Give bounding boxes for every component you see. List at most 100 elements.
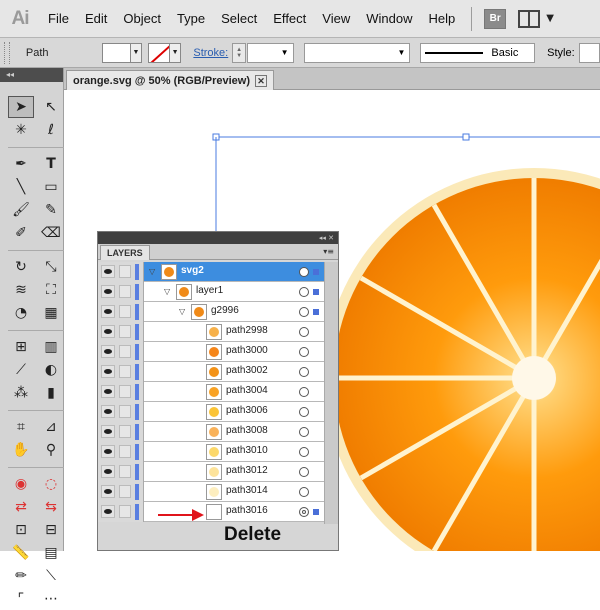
fill-swatch[interactable]	[101, 42, 131, 63]
slice-tool-icon[interactable]: ⊿	[38, 416, 64, 438]
direct-selection-tool-icon[interactable]: ↖	[38, 96, 64, 118]
menu-help[interactable]: Help	[428, 11, 455, 26]
lock-toggle[interactable]	[119, 365, 131, 378]
visibility-eye-icon[interactable]	[101, 425, 115, 438]
selection-tool-icon[interactable]: ➤	[8, 96, 34, 118]
brush-definition-dropdown[interactable]: Basic	[420, 42, 536, 63]
variable-width-dropdown[interactable]: ▼	[303, 42, 411, 63]
lock-toggle[interactable]	[119, 445, 131, 458]
expand-triangle-icon[interactable]: ▽	[179, 307, 185, 316]
visibility-eye-icon[interactable]	[101, 285, 115, 298]
lock-toggle[interactable]	[119, 305, 131, 318]
target-circle-icon[interactable]	[299, 307, 309, 317]
visibility-eye-icon[interactable]	[101, 505, 115, 518]
layers-panel-titlebar[interactable]: ◂◂ ✕	[98, 232, 338, 244]
layer-row[interactable]: ▽ svg2	[98, 262, 338, 282]
layer-row[interactable]: path3012	[98, 462, 338, 482]
expand-triangle-icon[interactable]: ▽	[164, 287, 170, 296]
stroke-dropdown-arrow-icon[interactable]: ▼	[169, 42, 182, 63]
visibility-eye-icon[interactable]	[101, 485, 115, 498]
menu-object[interactable]: Object	[123, 11, 161, 26]
draw-mode-icon[interactable]: ⊡	[8, 519, 34, 541]
stroke-none-swatch[interactable]	[148, 42, 170, 63]
control-bar-grip-icon[interactable]	[4, 41, 10, 64]
layer-row[interactable]: path3000	[98, 342, 338, 362]
document-tab[interactable]: orange.svg @ 50% (RGB/Preview) ✕	[66, 70, 274, 90]
layer-row[interactable]: path3006	[98, 402, 338, 422]
layers-scrollbar[interactable]	[324, 262, 338, 524]
ruler-icon[interactable]: 📏	[8, 542, 34, 564]
menu-type[interactable]: Type	[177, 11, 205, 26]
swap-fill-stroke-icon[interactable]: ⇄	[8, 496, 34, 518]
stroke-panel-link[interactable]: Stroke:	[193, 47, 228, 59]
layer-row[interactable]: path2998	[98, 322, 338, 342]
lock-toggle[interactable]	[119, 285, 131, 298]
target-circle-icon[interactable]	[299, 427, 309, 437]
target-circle-icon[interactable]	[299, 267, 309, 277]
target-circle-icon[interactable]	[299, 387, 309, 397]
bounding-box-handle[interactable]	[462, 133, 470, 141]
menu-view[interactable]: View	[322, 11, 350, 26]
perspective-grid-tool-icon[interactable]: ▦	[38, 302, 64, 324]
lock-toggle[interactable]	[119, 325, 131, 338]
rectangle-tool-icon[interactable]: ▭	[38, 176, 64, 198]
target-circle-icon[interactable]	[299, 407, 309, 417]
layer-row[interactable]: path3014	[98, 482, 338, 502]
symbol-sprayer-tool-icon[interactable]: ⁂	[8, 382, 34, 404]
close-icon[interactable]: ✕	[255, 75, 267, 87]
pencil-tool-icon[interactable]: ✎	[38, 199, 64, 221]
workspace-layout-icon[interactable]	[518, 9, 541, 28]
hand-tool-icon[interactable]: ✋	[8, 439, 34, 461]
menu-file[interactable]: File	[48, 11, 69, 26]
artboard-tool-icon[interactable]: ⌗	[8, 416, 34, 438]
layer-row[interactable]: path3010	[98, 442, 338, 462]
visibility-eye-icon[interactable]	[101, 445, 115, 458]
default-fill-stroke-icon[interactable]: ⇆	[38, 496, 64, 518]
menu-window[interactable]: Window	[366, 11, 412, 26]
target-circle-icon[interactable]	[299, 367, 309, 377]
paintbrush-tool-icon[interactable]: 🖌	[8, 199, 34, 221]
fill-color-icon[interactable]: ◉	[8, 473, 34, 495]
grid-icon[interactable]: ▤	[38, 542, 64, 564]
eraser-tool-icon[interactable]: ⌫	[38, 222, 64, 244]
eyedropper-tool-icon[interactable]: ⟋	[8, 359, 34, 381]
layer-row[interactable]: path3002	[98, 362, 338, 382]
lock-toggle[interactable]	[119, 485, 131, 498]
visibility-eye-icon[interactable]	[101, 345, 115, 358]
visibility-eye-icon[interactable]	[101, 305, 115, 318]
visibility-eye-icon[interactable]	[101, 325, 115, 338]
magic-wand-tool-icon[interactable]: ✳	[8, 119, 34, 141]
lock-toggle[interactable]	[119, 345, 131, 358]
expand-triangle-icon[interactable]: ▽	[149, 267, 155, 276]
panel-menu-icon[interactable]: ▾≡	[323, 247, 334, 256]
workspace-dropdown-arrow-icon[interactable]: ▼	[546, 13, 554, 24]
stroke-weight-dropdown[interactable]: ▼	[246, 42, 294, 63]
layer-row[interactable]: ▽ layer1	[98, 282, 338, 302]
menu-edit[interactable]: Edit	[85, 11, 107, 26]
layers-tab[interactable]: LAYERS	[100, 245, 150, 260]
layer-row[interactable]: ▽ g2996	[98, 302, 338, 322]
screen-mode-icon[interactable]: ⊟	[38, 519, 64, 541]
column-graph-tool-icon[interactable]: ▮	[38, 382, 64, 404]
graphic-style-swatch[interactable]	[578, 42, 600, 63]
stroke-weight-spinner[interactable]: ▲ ▼	[232, 42, 246, 63]
knife-tool-icon[interactable]: ⟍	[38, 565, 64, 587]
layer-row[interactable]: path3008	[98, 422, 338, 442]
layer-row[interactable]: path3004	[98, 382, 338, 402]
mesh-tool-icon[interactable]: ⊞	[8, 336, 34, 358]
fill-dropdown-arrow-icon[interactable]: ▼	[130, 42, 143, 63]
gradient-tool-icon[interactable]: ▥	[38, 336, 64, 358]
target-circle-icon[interactable]	[299, 447, 309, 457]
visibility-eye-icon[interactable]	[101, 465, 115, 478]
tools-panel-header[interactable]: ◂◂	[0, 68, 63, 82]
visibility-eye-icon[interactable]	[101, 365, 115, 378]
brush-small-icon[interactable]: ✏	[8, 565, 34, 587]
lock-toggle[interactable]	[119, 425, 131, 438]
scale-tool-icon[interactable]: ⤡	[38, 256, 64, 278]
lasso-tool-icon[interactable]: ℓ	[38, 119, 64, 141]
width-tool-icon[interactable]: ≋	[8, 279, 34, 301]
crop-marks-icon[interactable]: ⌜	[8, 588, 34, 610]
lock-toggle[interactable]	[119, 385, 131, 398]
lock-toggle[interactable]	[119, 465, 131, 478]
rotate-tool-icon[interactable]: ↻	[8, 256, 34, 278]
